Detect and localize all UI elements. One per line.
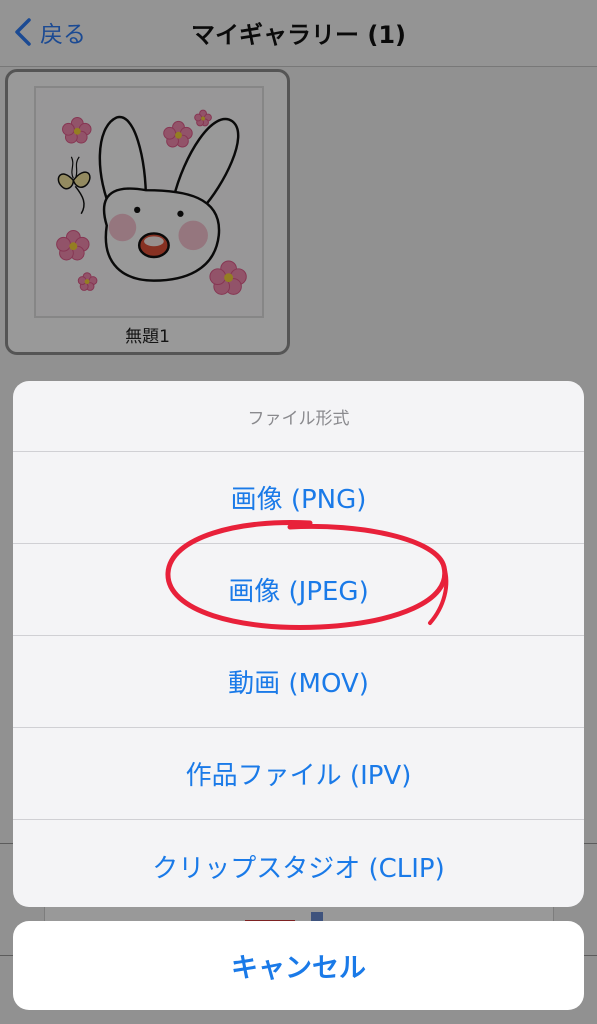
option-png[interactable]: 画像 (PNG)	[13, 452, 584, 544]
option-jpeg[interactable]: 画像 (JPEG)	[13, 544, 584, 636]
file-format-action-sheet: ファイル形式 画像 (PNG) 画像 (JPEG) 動画 (MOV) 作品ファイ…	[13, 381, 584, 907]
cancel-button[interactable]: キャンセル	[13, 921, 584, 1010]
action-sheet-title: ファイル形式	[13, 381, 584, 452]
option-mov[interactable]: 動画 (MOV)	[13, 636, 584, 728]
option-clip[interactable]: クリップスタジオ (CLIP)	[13, 820, 584, 907]
option-ipv[interactable]: 作品ファイル (IPV)	[13, 728, 584, 820]
